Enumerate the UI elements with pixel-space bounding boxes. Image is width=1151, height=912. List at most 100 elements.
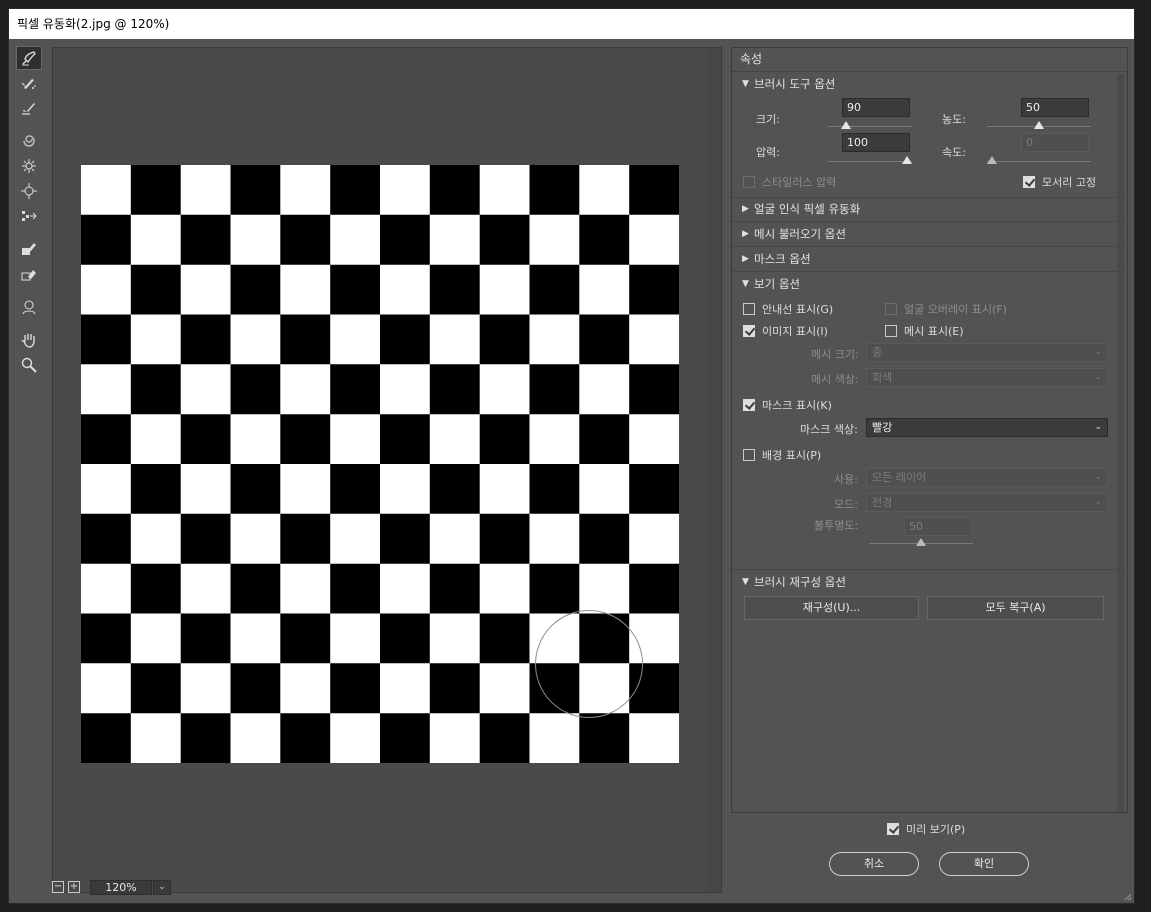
zoom-in-button[interactable]: + [68, 881, 80, 893]
mode-label: 모드: [834, 498, 858, 511]
mesh-size-select[interactable]: 중 ⌄ [866, 343, 1108, 362]
pressure-slider[interactable] [828, 156, 912, 166]
checker-cell [579, 513, 630, 564]
show-mesh-checkbox[interactable] [885, 325, 897, 337]
slider-thumb[interactable] [987, 156, 997, 164]
show-mask-checkbox[interactable] [743, 399, 755, 411]
mask-color-label: 마스크 색상: [800, 423, 858, 436]
stylus-pressure-checkbox[interactable] [743, 176, 755, 188]
brush-reconstruct-options-header[interactable]: ▼ 브러시 재구성 옵션 [732, 569, 1127, 594]
stylus-pressure-label: 스타일러스 압력 [762, 176, 837, 189]
ok-button[interactable]: 확인 [939, 852, 1029, 876]
dialog-title: 픽셀 유동화(2.jpg @ 120%) [9, 9, 1134, 39]
zoom-out-button[interactable]: − [52, 881, 64, 893]
load-mesh-options-header[interactable]: ▶ 메시 불러오기 옵션 [732, 222, 1127, 247]
checker-cell [81, 214, 131, 265]
preview-checkbox[interactable] [887, 823, 899, 835]
show-image-label: 이미지 표시(I) [762, 325, 828, 338]
opacity-input[interactable]: 50 [904, 517, 972, 536]
checker-cell [579, 414, 630, 464]
zoom-tool-icon[interactable] [16, 353, 42, 377]
cancel-button[interactable]: 취소 [829, 852, 919, 876]
size-slider[interactable] [828, 121, 912, 131]
checker-cell [629, 264, 679, 315]
checker-cell [230, 663, 281, 714]
checker-cell [529, 264, 580, 315]
density-slider[interactable] [987, 121, 1091, 131]
checker-cell [429, 663, 480, 714]
push-left-tool-icon[interactable] [16, 204, 42, 228]
brush-tool-options-header[interactable]: ▼ 브러시 도구 옵션 [732, 72, 1127, 97]
collapse-triangle-icon: ▼ [742, 279, 749, 289]
zoom-dropdown-button[interactable]: ⌄ [153, 879, 171, 895]
expand-triangle-icon: ▶ [742, 253, 749, 264]
density-label: 농도: [942, 113, 966, 126]
slider-thumb[interactable] [1034, 121, 1044, 129]
bloat-tool-icon[interactable] [16, 179, 42, 203]
reconstruct-tool-icon[interactable] [16, 71, 42, 95]
checker-cell [330, 264, 380, 315]
checker-cell [529, 364, 580, 415]
expand-triangle-icon: ▶ [742, 204, 749, 214]
restore-all-button[interactable]: 모두 복구(A) [927, 596, 1104, 620]
mode-select[interactable]: 전경 ⌄ [866, 493, 1108, 512]
show-image-checkbox[interactable] [743, 325, 755, 337]
mask-color-select[interactable]: 빨강 ⌄ [866, 418, 1108, 437]
show-guides-checkbox[interactable] [743, 303, 755, 315]
mask-options-header[interactable]: ▶ 마스크 옵션 [732, 247, 1127, 272]
forward-warp-tool-icon[interactable] [16, 46, 42, 70]
checker-cell [479, 214, 530, 265]
mesh-color-label: 메시 색상: [811, 373, 859, 386]
show-face-overlay-checkbox[interactable] [885, 303, 897, 315]
density-input[interactable]: 50 [1021, 98, 1089, 117]
liquify-dialog: 픽셀 유동화(2.jpg @ 120%) − + 120% ⌄ 속성 ▼ 브러시… [8, 8, 1135, 904]
slider-thumb[interactable] [916, 538, 926, 546]
rate-slider[interactable] [987, 156, 1091, 166]
slider-thumb[interactable] [841, 121, 852, 129]
properties-panel: 속성 ▼ 브러시 도구 옵션 크기: 90 농도: 50 압력: 100 속도:… [731, 47, 1128, 813]
chevron-down-icon: ⌄ [1094, 497, 1102, 507]
checker-cell [529, 165, 580, 215]
checker-cell [529, 464, 580, 514]
checker-cell [230, 563, 281, 614]
zoom-level-field[interactable]: 120% [90, 879, 152, 895]
checker-cell [380, 414, 430, 464]
resize-grip-icon[interactable] [1124, 893, 1132, 901]
opacity-label: 불투명도: [814, 519, 859, 532]
checker-cell [230, 364, 281, 415]
size-label: 크기: [756, 113, 780, 126]
face-aware-liquify-header[interactable]: ▶ 얼굴 인식 픽셀 유동화 [732, 197, 1127, 222]
hand-tool-icon[interactable] [16, 328, 42, 352]
mesh-color-select[interactable]: 회색 ⌄ [866, 368, 1108, 387]
face-tool-icon[interactable] [16, 295, 42, 319]
checker-cell [230, 264, 281, 315]
view-options-header[interactable]: ▼ 보기 옵션 [732, 272, 1127, 297]
checker-cell [180, 513, 231, 564]
checker-cell [180, 214, 231, 265]
pressure-label: 압력: [756, 146, 780, 159]
size-input[interactable]: 90 [842, 98, 910, 117]
smooth-tool-icon[interactable] [16, 96, 42, 120]
checker-cell [180, 314, 231, 365]
checker-cell [81, 414, 131, 464]
pin-edges-checkbox[interactable] [1023, 176, 1035, 188]
checker-cell [180, 613, 231, 664]
checker-cell [130, 663, 181, 714]
use-select[interactable]: 모든 레이어 ⌄ [866, 468, 1108, 487]
checker-cell [380, 513, 430, 564]
twirl-clockwise-tool-icon[interactable] [16, 129, 42, 153]
pressure-input[interactable]: 100 [842, 133, 910, 152]
preview-canvas-area[interactable] [52, 47, 722, 893]
thaw-mask-tool-icon[interactable] [16, 262, 42, 286]
freeze-mask-tool-icon[interactable] [16, 237, 42, 261]
view-options-section: 안내선 표시(G) 얼굴 오버레이 표시(F) 이미지 표시(I) 메시 표시(… [732, 297, 1127, 569]
pucker-tool-icon[interactable] [16, 154, 42, 178]
show-backdrop-checkbox[interactable] [743, 449, 755, 461]
rate-input[interactable]: 0 [1021, 133, 1089, 152]
opacity-slider[interactable] [869, 538, 973, 548]
checker-cell [230, 165, 281, 215]
checker-cell [280, 713, 331, 763]
slider-thumb[interactable] [902, 156, 912, 164]
checker-cell [330, 464, 380, 514]
reconstruct-button[interactable]: 재구성(U)... [744, 596, 919, 620]
